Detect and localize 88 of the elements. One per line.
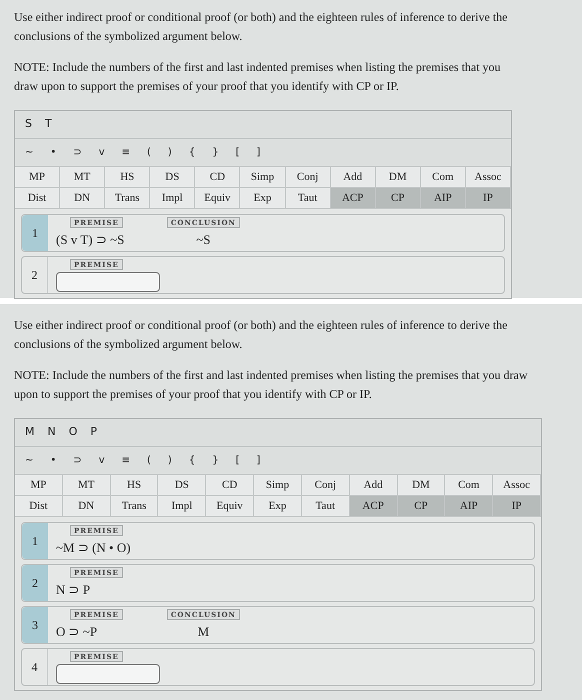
symbol-key[interactable]: ⊃ bbox=[73, 145, 82, 160]
rule-button[interactable]: MT bbox=[62, 475, 111, 495]
rule-button[interactable]: DS bbox=[158, 475, 206, 495]
rule-button[interactable]: Exp bbox=[240, 188, 286, 208]
rule-button[interactable]: DN bbox=[60, 188, 106, 208]
variable-key[interactable]: M bbox=[25, 424, 34, 441]
formula: ~M ⊃ (N • O) bbox=[56, 539, 131, 557]
rule-button[interactable]: Taut bbox=[286, 188, 331, 208]
rule-button[interactable]: DN bbox=[62, 496, 111, 516]
formula-field[interactable] bbox=[56, 664, 160, 684]
symbol-key[interactable]: [ bbox=[236, 145, 240, 160]
rule-button[interactable]: Simp bbox=[254, 475, 302, 495]
rule-button[interactable]: AIP bbox=[445, 496, 494, 516]
rule-button[interactable]: DM bbox=[398, 475, 446, 495]
symbol-key[interactable]: v bbox=[98, 453, 105, 468]
variable-key[interactable]: N bbox=[48, 424, 56, 441]
rule-button[interactable]: Trans bbox=[105, 188, 150, 208]
symbol-key[interactable]: [ bbox=[236, 453, 240, 468]
symbol-key[interactable]: v bbox=[98, 145, 105, 160]
rule-button[interactable]: Simp bbox=[240, 167, 286, 187]
symbol-key[interactable]: } bbox=[212, 453, 219, 468]
symbol-key[interactable]: ≡ bbox=[122, 453, 130, 468]
rule-button[interactable]: Exp bbox=[254, 496, 302, 516]
symbol-key[interactable]: { bbox=[188, 453, 196, 468]
rule-button[interactable]: AIP bbox=[420, 188, 466, 208]
symbol-key[interactable]: ] bbox=[256, 145, 260, 160]
rule-button[interactable]: HS bbox=[110, 475, 158, 495]
rule-button[interactable]: Com bbox=[445, 475, 494, 495]
symbol-key[interactable]: ~ bbox=[25, 453, 34, 468]
rule-button[interactable]: Conj bbox=[302, 475, 350, 495]
symbol-key[interactable]: ( bbox=[147, 145, 151, 160]
symbol-key[interactable]: ⊃ bbox=[73, 453, 82, 468]
rule-button[interactable]: Conj bbox=[286, 167, 331, 187]
rule-button[interactable]: Equiv bbox=[195, 188, 240, 208]
line-number: 2 bbox=[22, 565, 48, 601]
variable-key[interactable]: S bbox=[25, 116, 32, 133]
formula: O ⊃ ~P bbox=[56, 623, 98, 641]
symbol-key[interactable]: ≡ bbox=[122, 145, 130, 160]
symbol-key[interactable]: ] bbox=[256, 453, 260, 468]
variable-key[interactable]: P bbox=[90, 424, 98, 441]
symbol-key[interactable]: ) bbox=[168, 453, 172, 468]
instructions-text: Use either indirect proof or conditional proof (or both) and the eighteen rules of inference to derive the conclusions of the symbolized argument below. bbox=[14, 317, 508, 353]
rule-button[interactable]: CP bbox=[376, 188, 421, 208]
note-text: NOTE: Include the numbers of the first and last indented premises when listing the premises that you draw upon to support the premises of your proof that you identify with CP or IP. bbox=[14, 367, 529, 403]
symbol-key[interactable]: • bbox=[50, 453, 56, 468]
line-number: 1 bbox=[22, 523, 48, 559]
rule-button[interactable]: MP bbox=[15, 167, 60, 187]
rule-button[interactable]: Add bbox=[350, 475, 398, 495]
conclusion-formula: M bbox=[198, 623, 210, 641]
symbol-key[interactable]: ~ bbox=[25, 145, 34, 160]
rule-button[interactable]: CD bbox=[195, 167, 240, 187]
formula: N ⊃ P bbox=[56, 581, 90, 599]
conclusion-formula: ~S bbox=[196, 231, 211, 249]
rule-button[interactable]: CP bbox=[398, 496, 446, 516]
symbol-key[interactable]: } bbox=[212, 145, 219, 160]
variable-key[interactable]: O bbox=[68, 424, 78, 441]
formula-field[interactable] bbox=[56, 272, 160, 292]
rule-button[interactable]: Taut bbox=[302, 496, 350, 516]
rule-button[interactable]: IP bbox=[493, 496, 541, 516]
instructions-text: Use either indirect proof or conditional proof (or both) and the eighteen rules of inference to derive the conclusions of the symbolized argument below. bbox=[14, 9, 508, 45]
variable-key[interactable]: T bbox=[44, 116, 52, 133]
formula: (S v T) ⊃ ~S bbox=[56, 231, 124, 249]
note-text: NOTE: Include the numbers of the first and last indented premises when listing the premises that you draw upon to support the premises of your proof that you identify with CP or IP. bbox=[14, 59, 502, 95]
symbol-key[interactable]: ) bbox=[168, 145, 172, 160]
symbol-key[interactable]: { bbox=[188, 145, 196, 160]
line-number: 3 bbox=[22, 607, 48, 643]
rule-button[interactable]: HS bbox=[105, 167, 150, 187]
rule-button[interactable]: Trans bbox=[110, 496, 158, 516]
rule-button[interactable]: ACP bbox=[350, 496, 398, 516]
symbol-key[interactable]: • bbox=[50, 145, 56, 160]
rule-button[interactable]: MT bbox=[60, 167, 106, 187]
rule-button[interactable]: Com bbox=[420, 167, 466, 187]
rule-button[interactable]: MP bbox=[15, 475, 63, 495]
rule-button[interactable]: ACP bbox=[330, 188, 376, 208]
line-number: 1 bbox=[22, 215, 48, 251]
rule-button[interactable]: Assoc bbox=[466, 167, 511, 187]
rule-button[interactable]: Dist bbox=[15, 496, 63, 516]
rule-button[interactable]: Dist bbox=[15, 188, 60, 208]
rule-button[interactable]: IP bbox=[466, 188, 511, 208]
rule-button[interactable]: Impl bbox=[150, 188, 196, 208]
rule-button[interactable]: Impl bbox=[158, 496, 206, 516]
rule-button[interactable]: DM bbox=[376, 167, 421, 187]
rule-button[interactable]: Equiv bbox=[206, 496, 254, 516]
rule-button[interactable]: Add bbox=[330, 167, 376, 187]
rule-button[interactable]: DS bbox=[150, 167, 196, 187]
symbol-key[interactable]: ( bbox=[147, 453, 151, 468]
rule-button[interactable]: CD bbox=[206, 475, 254, 495]
rule-button[interactable]: Assoc bbox=[493, 475, 541, 495]
